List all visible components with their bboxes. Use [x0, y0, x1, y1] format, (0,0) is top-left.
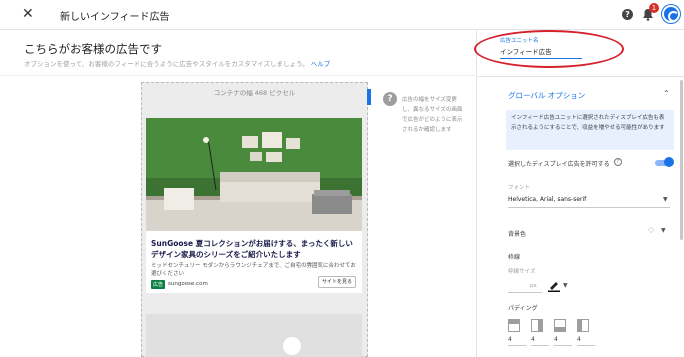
help-icon[interactable]: ? — [622, 9, 633, 20]
border-size-label: 枠線サイズ — [508, 269, 536, 275]
top-bar: ✕ 新しいインフィード広告 ? 1 — [0, 0, 684, 30]
border-label: 枠線 — [508, 254, 521, 261]
chevron-up-icon[interactable]: ⌃ — [663, 89, 670, 98]
padding-top-value[interactable]: 4 — [508, 336, 512, 343]
notification-badge: 1 — [649, 3, 659, 13]
font-underline — [508, 207, 670, 208]
global-options-title[interactable]: グローバル オプション — [508, 90, 585, 101]
page-title: 新しいインフィード広告 — [60, 12, 170, 23]
allow-display-ads-label: 選択したディスプレイ広告を許可する — [508, 161, 610, 168]
help-link[interactable]: ヘルプ — [311, 60, 331, 68]
padding-right-icon[interactable] — [531, 319, 543, 332]
pen-color-icon[interactable] — [548, 280, 560, 292]
left-divider — [0, 75, 475, 76]
padding-bottom-value[interactable]: 4 — [554, 336, 558, 343]
padding-left-value[interactable]: 4 — [577, 336, 581, 343]
border-size-input[interactable] — [508, 292, 542, 293]
container-width-label: コンテナの幅 468 ピクセル — [213, 89, 296, 97]
dropdown-arrow-icon[interactable]: ▼ — [661, 227, 666, 234]
panel-divider — [477, 76, 684, 77]
paint-bucket-icon[interactable]: ◇ — [648, 225, 654, 234]
resize-hint: 広告の幅をサイズ変更し、異なるサイズの画面で広告がどのように表示されるか確認しま… — [402, 97, 463, 133]
main-subtext: オプションを使って、お客様のフィードに合うように広告やスタイルをカスタマイズしま… — [24, 58, 330, 68]
ad-cta-button[interactable]: サイトを見る — [318, 276, 356, 288]
highlight-oval — [474, 30, 624, 68]
padding-underline — [577, 345, 595, 346]
placeholder-circle — [283, 337, 301, 355]
info-box: インフィード広告ユニットに選択されたディスプレイ広告も表示されるようにすることで… — [506, 110, 674, 150]
ad-image — [146, 118, 362, 231]
dropdown-arrow-icon[interactable]: ▼ — [663, 196, 668, 203]
font-select[interactable]: Helvetica, Arial, sans-serif — [508, 196, 586, 203]
panel-scrollbar[interactable] — [680, 80, 683, 240]
ad-badge: 広告 — [151, 280, 166, 289]
account-avatar[interactable] — [662, 5, 680, 23]
padding-bottom-icon[interactable] — [554, 319, 566, 332]
padding-underline — [554, 345, 572, 346]
question-icon: ? — [383, 92, 397, 106]
resize-handle[interactable] — [367, 89, 371, 105]
main-heading: こちらがお客様の広告です — [24, 42, 162, 56]
ad-headline: SunGoose 夏コレクションがお届けする、まったく新しいデザイン家具のシリー… — [151, 239, 353, 259]
subtext-body: オプションを使って、お客様のフィードに合うように広告やスタイルをカスタマイズしま… — [24, 60, 309, 68]
font-label: フォント — [508, 185, 531, 191]
placeholder-card — [146, 314, 362, 357]
background-color-label: 背景色 — [508, 231, 527, 238]
toggle-knob[interactable] — [664, 157, 674, 167]
padding-top-icon[interactable] — [508, 319, 520, 332]
padding-label: パディング — [508, 305, 538, 312]
ad-card[interactable]: SunGoose 夏コレクションがお届けする、まったく新しいデザイン家具のシリー… — [146, 118, 362, 293]
help-icon[interactable]: ? — [614, 158, 622, 166]
padding-underline — [531, 345, 549, 346]
padding-underline — [508, 345, 526, 346]
close-icon[interactable]: ✕ — [22, 6, 34, 22]
px-unit: px — [530, 283, 537, 289]
dropdown-arrow-icon[interactable]: ▼ — [563, 282, 568, 289]
padding-right-value[interactable]: 4 — [531, 336, 535, 343]
padding-left-icon[interactable] — [577, 319, 589, 332]
ad-domain: sungoose.com — [168, 281, 208, 287]
